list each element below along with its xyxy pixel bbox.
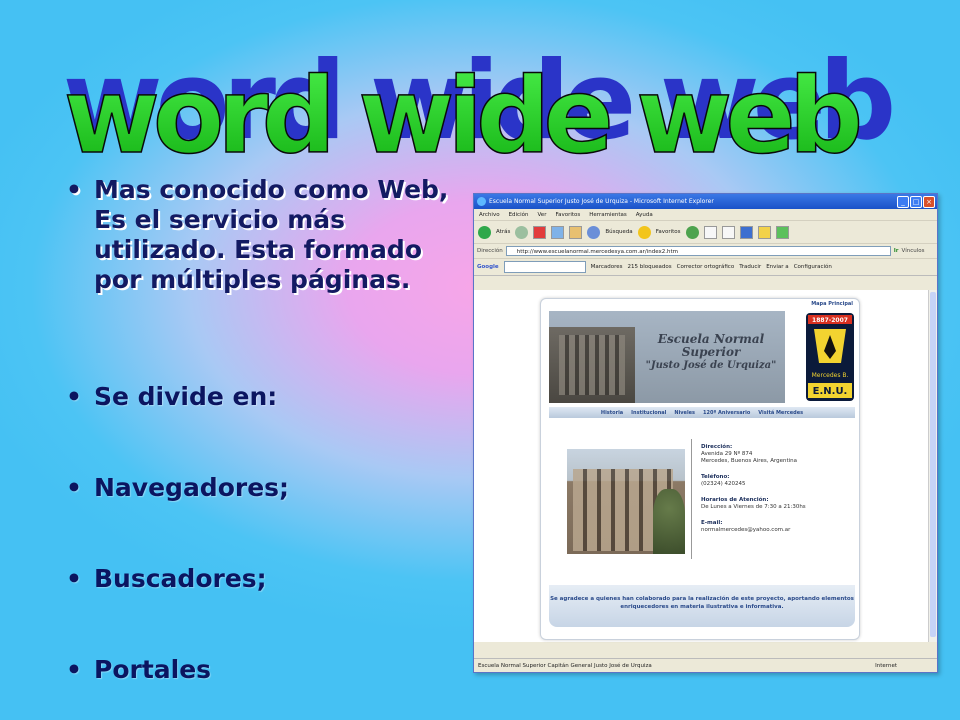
bullet-text: Se divide en:	[94, 382, 278, 411]
menu-ayuda[interactable]: Ayuda	[636, 212, 653, 218]
nav-institucional[interactable]: Institucional	[631, 410, 666, 416]
bullet-item: • Mas conocido como Web, Es el servicio …	[62, 175, 457, 295]
minimize-icon[interactable]: _	[897, 196, 909, 208]
links-label[interactable]: Vínculos	[901, 248, 924, 254]
browser-content: Mapa Principal Escuela Normal Superior "…	[474, 290, 929, 642]
bullet-item: • Buscadores;	[62, 564, 457, 594]
email-link[interactable]: normalmercedes@yahoo.com.ar	[701, 527, 790, 533]
slide: word wide web word wide web • Mas conoci…	[0, 0, 960, 720]
phone-title: Teléfono:	[701, 474, 730, 480]
close-icon[interactable]: ×	[923, 196, 935, 208]
folder-icon[interactable]	[757, 225, 771, 239]
google-bookmarks[interactable]: Marcadores	[591, 264, 623, 270]
title-text: word wide web	[64, 55, 859, 175]
search-icon[interactable]	[587, 225, 601, 239]
back-label[interactable]: Atrás	[496, 229, 510, 235]
google-popups-blocked[interactable]: 215 bloqueados	[628, 264, 672, 270]
svg-text:1887-2007: 1887-2007	[812, 317, 848, 324]
menu-herramientas[interactable]: Herramientas	[589, 212, 626, 218]
mail-icon[interactable]	[703, 225, 717, 239]
bullet-item: • Navegadores;	[62, 473, 457, 503]
forward-icon[interactable]	[515, 225, 529, 239]
address-title: Dirección:	[701, 444, 733, 450]
school-photo	[567, 449, 685, 554]
svg-text:Mercedes B.: Mercedes B.	[812, 372, 849, 379]
website-page: Mapa Principal Escuela Normal Superior "…	[540, 298, 860, 640]
nav-visita-mercedes[interactable]: Visitá Mercedes	[758, 410, 803, 416]
menu-edicion[interactable]: Edición	[509, 212, 529, 218]
go-button[interactable]: Ir	[894, 248, 899, 254]
site-top-links[interactable]: Mapa Principal	[811, 301, 853, 307]
bullet-text: Portales	[94, 655, 212, 684]
bullet-dot: •	[66, 382, 82, 411]
banner-building-image	[549, 327, 635, 403]
print-icon[interactable]	[721, 225, 735, 239]
ie-icon	[477, 197, 486, 206]
address-bar: Dirección http://www.escuelanormal.merce…	[474, 244, 937, 259]
address-input[interactable]: http://www.escuelanormal.mercedesya.com.…	[505, 246, 891, 256]
google-send-to[interactable]: Enviar a	[766, 264, 789, 270]
hours-title: Horarios de Atención:	[701, 497, 769, 503]
refresh-icon[interactable]	[551, 225, 565, 239]
contact-info: Dirección: Avenida 29 Nº 874 Mercedes, B…	[701, 444, 851, 543]
google-spellcheck[interactable]: Corrector ortográfico	[677, 264, 735, 270]
messenger-icon[interactable]	[775, 225, 789, 239]
svg-text:E.N.U.: E.N.U.	[813, 386, 848, 397]
bullet-dot: •	[66, 564, 82, 593]
vertical-scrollbar[interactable]	[928, 290, 937, 642]
bullet-text: Mas conocido como Web, Es el servicio má…	[94, 175, 449, 294]
favorites-icon[interactable]	[637, 225, 651, 239]
browser-title: Escuela Normal Superior Justo José de Ur…	[489, 198, 714, 205]
status-zone: Internet	[875, 662, 897, 669]
browser-toolbar: Atrás Búsqueda Favoritos	[474, 221, 937, 244]
banner-school-name: Escuela Normal Superior "Justo José de U…	[645, 332, 777, 372]
browser-window: Escuela Normal Superior Justo José de Ur…	[473, 193, 938, 673]
status-text: Escuela Normal Superior Capitán General …	[478, 662, 652, 669]
hours-text: De Lunes a Viernes de 7:30 a 21:30hs	[701, 504, 806, 510]
menu-archivo[interactable]: Archivo	[479, 212, 500, 218]
nav-historia[interactable]: Historia	[601, 410, 623, 416]
history-icon[interactable]	[685, 225, 699, 239]
google-search-input[interactable]	[503, 261, 586, 273]
address-label: Dirección	[477, 248, 503, 254]
maximize-icon[interactable]: □	[910, 196, 922, 208]
address-line-2: Mercedes, Buenos Aires, Argentina	[701, 458, 798, 464]
bullet-dot: •	[66, 175, 82, 204]
window-controls: _ □ ×	[897, 196, 935, 208]
site-nav: Historia Institucional Niveles 120º Aniv…	[549, 407, 855, 418]
nav-niveles[interactable]: Niveles	[674, 410, 695, 416]
school-logo: 1887-2007 Mercedes B. E.N.U.	[806, 313, 854, 401]
favorites-label[interactable]: Favoritos	[656, 229, 681, 235]
google-settings[interactable]: Configuración	[794, 264, 832, 270]
bullet-text: Navegadores;	[94, 473, 290, 502]
search-label[interactable]: Búsqueda	[605, 229, 632, 235]
bullet-dot: •	[66, 655, 82, 684]
divider	[691, 439, 692, 559]
email-title: E-mail:	[701, 520, 723, 526]
bullet-item: • Portales	[62, 655, 457, 685]
phone-number: (02324) 420245	[701, 481, 746, 487]
edit-icon[interactable]	[739, 225, 753, 239]
menu-bar: Archivo Edición Ver Favoritos Herramient…	[474, 209, 937, 221]
google-translate[interactable]: Traducir	[739, 264, 761, 270]
bullet-text: Buscadores;	[94, 564, 267, 593]
site-banner: Escuela Normal Superior "Justo José de U…	[549, 311, 785, 403]
address-line-1: Avenida 29 Nº 874	[701, 451, 753, 457]
browser-titlebar: Escuela Normal Superior Justo José de Ur…	[474, 194, 937, 209]
google-toolbar: Google Marcadores 215 bloqueados Correct…	[474, 259, 937, 276]
back-icon[interactable]	[478, 225, 491, 239]
nav-aniversario[interactable]: 120º Aniversario	[703, 410, 750, 416]
stop-icon[interactable]	[533, 225, 547, 239]
menu-ver[interactable]: Ver	[537, 212, 546, 218]
site-footer: Se agradece a quienes han colaborado par…	[549, 585, 855, 627]
status-bar: Escuela Normal Superior Capitán General …	[474, 658, 937, 672]
menu-favoritos[interactable]: Favoritos	[555, 212, 580, 218]
scrollbar-thumb[interactable]	[930, 292, 936, 637]
title-wordart: word wide web word wide web	[63, 39, 899, 175]
google-logo: Google	[477, 264, 499, 270]
bullet-dot: •	[66, 473, 82, 502]
home-icon[interactable]	[569, 225, 583, 239]
bullet-item: • Se divide en:	[62, 382, 457, 412]
